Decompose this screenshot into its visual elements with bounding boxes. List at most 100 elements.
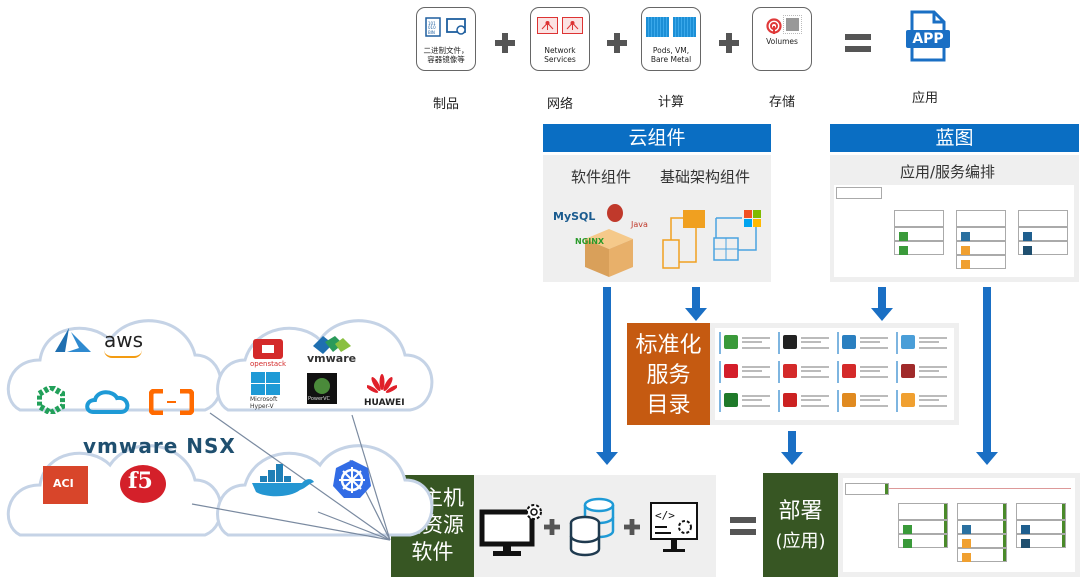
catalog-card[interactable] bbox=[896, 361, 953, 383]
catalog-card[interactable] bbox=[837, 390, 894, 412]
catalog-card[interactable] bbox=[896, 332, 953, 354]
catalog-card-text bbox=[742, 370, 762, 372]
software-box-icon bbox=[583, 225, 635, 277]
docker-logo bbox=[250, 464, 316, 504]
catalog-card-text bbox=[801, 370, 821, 372]
app-icon-text: APP bbox=[912, 31, 944, 47]
catalog-card-text bbox=[801, 376, 829, 378]
catalog-card[interactable] bbox=[837, 361, 894, 383]
catalog-card-text bbox=[742, 405, 770, 407]
catalog-card-text bbox=[742, 341, 762, 343]
catalog-card[interactable] bbox=[896, 390, 953, 412]
openstack-label: openstack bbox=[250, 360, 287, 368]
java-logo: Java bbox=[631, 220, 648, 229]
qingcloud-logo bbox=[36, 383, 66, 417]
blueprint-node bbox=[956, 210, 1006, 227]
vmware-label: vmware bbox=[307, 352, 357, 365]
database-icon bbox=[567, 495, 617, 561]
network-caption: Network Services bbox=[544, 46, 576, 64]
catalog-card[interactable] bbox=[837, 332, 894, 354]
catalog-card-text bbox=[860, 341, 880, 343]
deploy-node bbox=[957, 503, 1007, 520]
catalog-card[interactable] bbox=[719, 361, 776, 383]
plus-icon bbox=[544, 519, 560, 535]
blueprint-header: 蓝图 bbox=[830, 124, 1079, 152]
arrow-down bbox=[685, 287, 707, 321]
catalog-card[interactable] bbox=[719, 332, 776, 354]
catalog-card-icon bbox=[783, 393, 797, 407]
binary-file-and-settings-icon: 101 010 BIN bbox=[417, 17, 475, 37]
catalog-card-text bbox=[801, 405, 829, 407]
service-catalog-title: 标准化 服务 目录 bbox=[627, 323, 710, 425]
catalog-card-text bbox=[919, 395, 947, 397]
catalog-card-icon bbox=[783, 335, 797, 349]
mysql-logo: MySQL bbox=[553, 210, 596, 223]
compute-label: 计算 bbox=[657, 95, 684, 110]
blueprint-panel: 应用/服务编排 bbox=[830, 155, 1079, 282]
blueprint-node bbox=[894, 210, 944, 227]
catalog-card-text bbox=[742, 376, 770, 378]
storage-tile: Volumes bbox=[752, 7, 812, 71]
storage-caption: Volumes bbox=[766, 37, 798, 46]
nsx-logo: vmware NSX bbox=[83, 434, 236, 458]
catalog-card-text bbox=[919, 366, 947, 368]
catalog-title-line: 标准化 bbox=[635, 333, 702, 358]
equals-icon bbox=[845, 34, 871, 52]
catalog-card-text bbox=[860, 337, 888, 339]
catalog-title-line: 服务 bbox=[646, 363, 691, 388]
huawei-logo-mark bbox=[365, 374, 399, 400]
arrow-down bbox=[781, 431, 803, 465]
catalog-card-text bbox=[919, 399, 939, 401]
infra-components-label: 基础架构组件 bbox=[660, 168, 751, 186]
f5-label: f5 bbox=[128, 468, 153, 494]
monitor-gear-icon bbox=[479, 500, 549, 562]
deploy-title: 部署 (应用) bbox=[763, 473, 838, 577]
tencent-cloud-logo bbox=[85, 388, 131, 420]
catalog-card-icon bbox=[842, 335, 856, 349]
catalog-card-text bbox=[860, 399, 880, 401]
catalog-card[interactable] bbox=[778, 361, 835, 383]
plus-icon bbox=[624, 519, 640, 535]
deploy-node bbox=[957, 548, 1007, 562]
deploy-node bbox=[1016, 534, 1066, 548]
catalog-card-icon bbox=[901, 364, 915, 378]
catalog-card-text bbox=[860, 347, 888, 349]
blueprint-node bbox=[1018, 241, 1068, 255]
plus-icon bbox=[495, 33, 515, 53]
catalog-card-text bbox=[919, 370, 939, 372]
deploy-node bbox=[898, 503, 948, 520]
f5-logo: f5 bbox=[120, 465, 166, 503]
hyper-v-label: Microsoft Hyper-V bbox=[250, 396, 278, 410]
aws-logo: aws bbox=[104, 328, 144, 352]
catalog-card[interactable] bbox=[778, 332, 835, 354]
aws-smile-icon bbox=[104, 350, 142, 358]
catalog-card-text bbox=[860, 376, 888, 378]
equals-icon bbox=[730, 517, 756, 535]
catalog-card-text bbox=[801, 366, 829, 368]
catalog-card-icon bbox=[724, 393, 738, 407]
azure-logo bbox=[53, 328, 93, 358]
catalog-card[interactable] bbox=[719, 390, 776, 412]
catalog-card-text bbox=[742, 399, 762, 401]
kubernetes-logo bbox=[332, 459, 372, 503]
catalog-card-text bbox=[801, 337, 829, 339]
deploy-line: (应用) bbox=[775, 531, 826, 552]
blueprint-node bbox=[1018, 227, 1068, 241]
catalog-card[interactable] bbox=[778, 390, 835, 412]
openstack-logo bbox=[253, 339, 283, 359]
huawei-label: HUAWEI bbox=[364, 398, 405, 408]
catalog-card-icon bbox=[842, 364, 856, 378]
deploy-node bbox=[1016, 520, 1066, 534]
catalog-card-text bbox=[742, 395, 770, 397]
catalog-card-text bbox=[860, 395, 888, 397]
service-catalog-panel bbox=[710, 323, 959, 425]
deploy-node bbox=[1016, 503, 1066, 520]
catalog-card-icon bbox=[724, 364, 738, 378]
blueprint-node bbox=[956, 227, 1006, 241]
catalog-card-icon bbox=[901, 393, 915, 407]
infra-diagram-icon bbox=[658, 200, 768, 280]
catalog-card-text bbox=[860, 370, 880, 372]
compute-tile: Pods, VM, Bare Metal bbox=[641, 7, 701, 71]
blueprint-node bbox=[956, 241, 1006, 255]
alibaba-cloud-logo bbox=[148, 388, 195, 419]
